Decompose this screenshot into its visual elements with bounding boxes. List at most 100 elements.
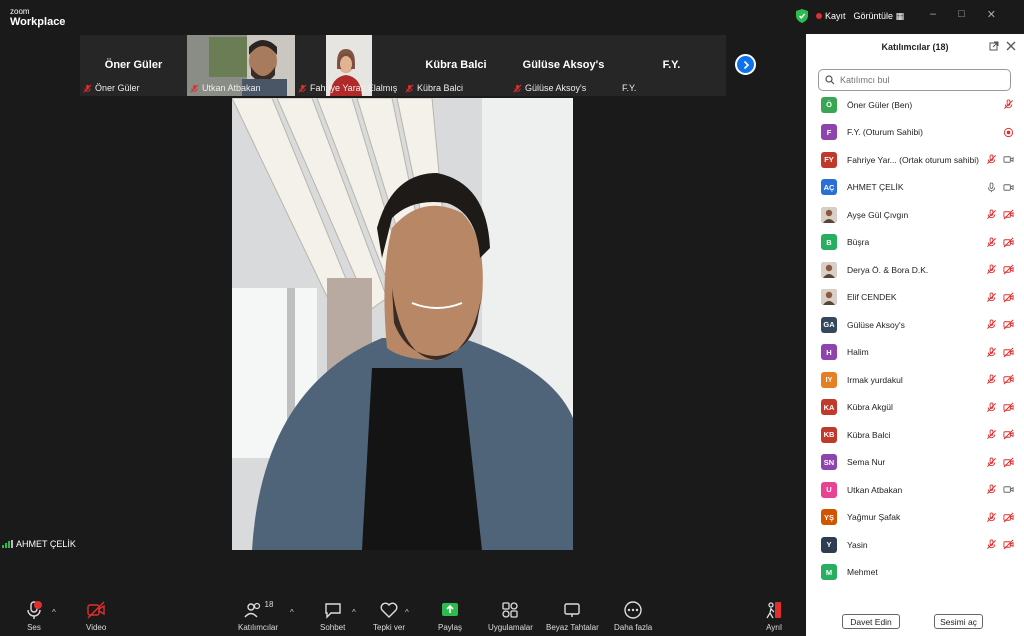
meeting-toolbar: Ses ^ Video 18 Katılımcılar ^ Sohbet ^ T… xyxy=(0,596,806,636)
avatar: IY xyxy=(821,371,837,388)
participant-row[interactable]: IY Irmak yurdakul xyxy=(806,366,1024,394)
leave-label: Ayrıl xyxy=(766,623,782,632)
zoom-logo: zoom Workplace xyxy=(10,7,65,28)
participant-row[interactable]: Derya Ö. & Bora D.K. xyxy=(806,256,1024,284)
mic-muted-icon xyxy=(987,264,996,274)
avatar: Y xyxy=(821,536,837,553)
participant-row[interactable]: YŞ Yağmur Şafak xyxy=(806,504,1024,532)
participant-name: Yağmur Şafak xyxy=(847,512,901,523)
avatar: AÇ xyxy=(821,179,837,196)
participant-name: AHMET ÇELİK xyxy=(847,182,904,193)
participant-name: Derya Ö. & Bora D.K. xyxy=(847,264,929,275)
avatar xyxy=(821,289,837,306)
close-button[interactable]: ✕ xyxy=(987,8,996,21)
panel-footer: Davet Edin Sesimi aç xyxy=(806,614,1024,636)
video-tile[interactable]: Kübra Balci Kübra Balci xyxy=(402,35,510,96)
search-input[interactable] xyxy=(840,75,1000,85)
participant-name: Büşra xyxy=(847,237,870,248)
video-tile[interactable]: Öner Güler Öner Güler xyxy=(80,35,187,96)
participant-row[interactable]: GA Gülüse Aksoy's xyxy=(806,311,1024,339)
participant-row[interactable]: B Büşra xyxy=(806,229,1024,257)
participant-row[interactable]: AÇ AHMET ÇELİK xyxy=(806,174,1024,202)
participant-row[interactable]: KA Kübra Akgül xyxy=(806,394,1024,422)
mic-muted-icon xyxy=(987,291,996,302)
video-tile[interactable]: Fahriye Yaraş Elalmış xyxy=(295,35,402,96)
chevron-right-icon xyxy=(743,60,749,69)
record-label: Kayıt xyxy=(825,11,846,21)
apps-icon xyxy=(502,602,519,618)
participant-row[interactable]: M Mehmet xyxy=(806,559,1024,587)
participant-search[interactable] xyxy=(818,69,1011,91)
whiteboard-button[interactable]: Beyaz Tahtalar xyxy=(546,600,599,632)
avatar xyxy=(821,261,837,278)
maximize-button[interactable]: □ xyxy=(958,8,965,21)
tile-label-wrap: Kübra Balci xyxy=(405,83,463,93)
participant-name: Mehmet xyxy=(847,567,878,578)
speaker-video-frame xyxy=(232,98,573,550)
active-speaker-video[interactable] xyxy=(232,98,573,550)
unmute-button[interactable]: Sesimi aç xyxy=(934,614,983,629)
mic-muted-icon xyxy=(1004,99,1013,109)
audio-options-caret[interactable]: ^ xyxy=(52,608,56,617)
participant-status xyxy=(986,401,1014,413)
participants-options-caret[interactable]: ^ xyxy=(290,608,294,617)
participant-row[interactable]: SN Sema Nur xyxy=(806,449,1024,477)
profile-photo-icon xyxy=(821,261,837,278)
leave-button[interactable]: Ayrıl xyxy=(764,600,784,632)
participant-row[interactable]: FY Fahriye Yar... (Ortak oturum sahibi) xyxy=(806,146,1024,174)
reactions-options-caret[interactable]: ^ xyxy=(405,608,409,617)
video-tile[interactable]: Utkan Atbakan xyxy=(187,35,295,96)
popout-icon[interactable] xyxy=(989,41,999,51)
video-tile[interactable]: F.Y. F.Y. xyxy=(617,35,726,96)
minimize-button[interactable]: – xyxy=(930,8,936,21)
audio-button[interactable]: Ses xyxy=(24,600,44,632)
mic-muted-icon xyxy=(987,456,996,467)
participant-status xyxy=(1003,127,1014,138)
video-icon xyxy=(1003,486,1014,493)
avatar xyxy=(821,206,837,223)
tile-label: F.Y. xyxy=(622,83,637,93)
invite-button[interactable]: Davet Edin xyxy=(842,614,900,629)
participant-name: Fahriye Yar... (Ortak oturum sahibi) xyxy=(847,154,979,165)
participant-row[interactable]: Elif CENDEK xyxy=(806,284,1024,312)
participant-row[interactable]: Ö Öner Güler (Ben) xyxy=(806,91,1024,119)
chat-button[interactable]: Sohbet xyxy=(320,600,345,632)
mic-off-icon xyxy=(405,84,414,92)
video-button[interactable]: Video xyxy=(86,600,106,632)
video-off-icon xyxy=(87,601,105,619)
window-controls: – □ ✕ xyxy=(930,8,996,21)
avatar: KB xyxy=(821,426,837,443)
search-icon xyxy=(825,75,835,85)
chat-options-caret[interactable]: ^ xyxy=(352,608,356,617)
participant-row[interactable]: H Halim xyxy=(806,339,1024,367)
participants-button[interactable]: 18 Katılımcılar xyxy=(238,600,278,632)
participants-icon-wrap: 18 xyxy=(243,600,273,623)
close-panel-icon[interactable] xyxy=(1006,41,1016,51)
mic-muted-icon xyxy=(987,346,996,357)
participant-row[interactable]: U Utkan Atbakan xyxy=(806,476,1024,504)
avatar: GA xyxy=(821,316,837,333)
participant-status xyxy=(986,319,1014,330)
tile-label: Fahriye Yaraş Elalmış xyxy=(310,83,398,93)
more-button[interactable]: Daha fazla xyxy=(614,600,652,632)
participant-status xyxy=(986,456,1014,468)
video-tile[interactable]: Gülüse Aksoy's Gülüse Aksoy's xyxy=(510,35,617,96)
apps-button[interactable]: Uygulamalar xyxy=(488,600,533,632)
record-indicator[interactable]: Kayıt xyxy=(816,11,846,21)
participant-row[interactable]: KB Kübra Balci xyxy=(806,421,1024,449)
participant-status xyxy=(986,181,1014,193)
tile-name: F.Y. xyxy=(662,59,681,71)
participant-row[interactable]: F F.Y. (Oturum Sahibi) xyxy=(806,119,1024,147)
participant-row[interactable]: Y Yasin xyxy=(806,531,1024,559)
thumbnail-strip: Öner Güler Öner Güler Utkan Atbakan Fahr… xyxy=(80,35,726,96)
mic-muted-icon xyxy=(987,209,996,219)
view-label: Görüntüle xyxy=(853,10,894,21)
participant-list: Ö Öner Güler (Ben) F F.Y. (Oturum Sahibi) FY… xyxy=(806,91,1024,586)
strip-next-button[interactable] xyxy=(735,54,756,75)
participant-name: F.Y. (Oturum Sahibi) xyxy=(847,127,923,138)
view-menu[interactable]: Görüntüle ▦ xyxy=(854,11,905,22)
participant-row[interactable]: Ayşe Gül Çıvgın xyxy=(806,201,1024,229)
reactions-button[interactable]: Tepki ver xyxy=(373,600,405,632)
share-button[interactable]: Paylaş xyxy=(438,600,462,632)
panel-header-icons xyxy=(989,41,1016,51)
